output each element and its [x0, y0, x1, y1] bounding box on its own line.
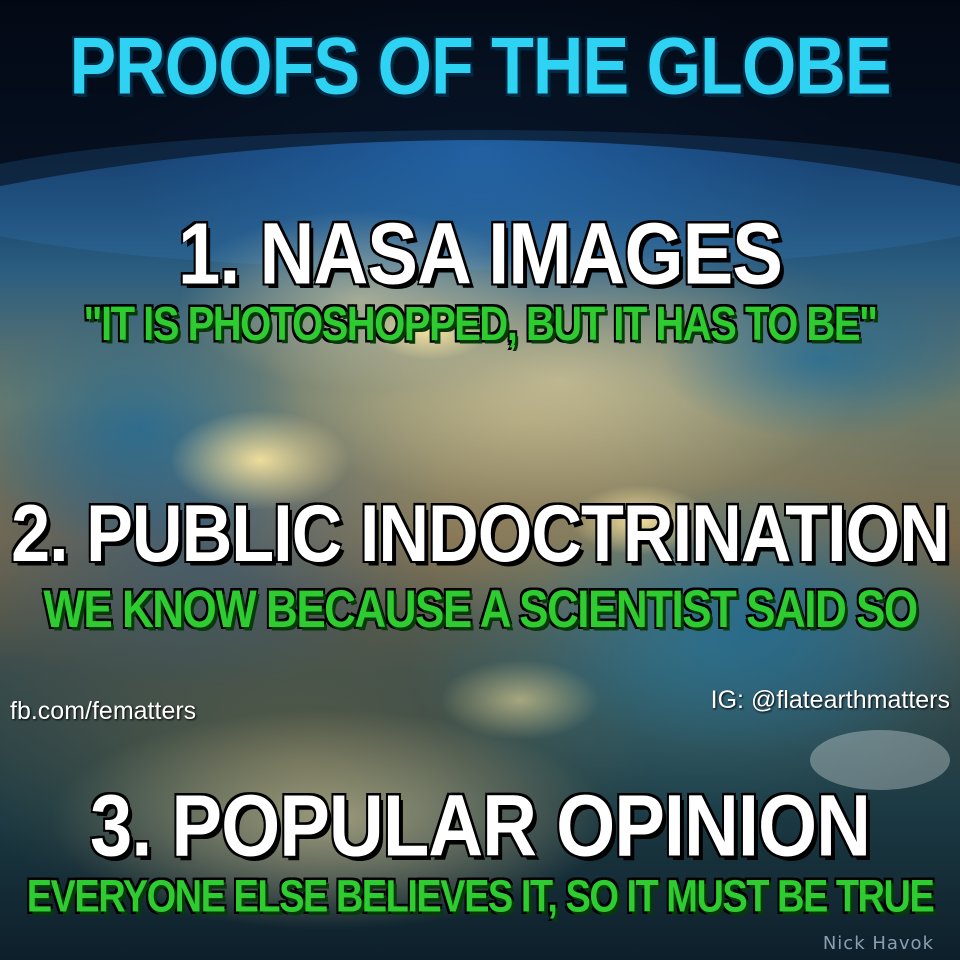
- point-3-title: 3. POPULAR OPINION: [89, 777, 871, 875]
- point-1-subtitle: "IT IS PHOTOSHOPPED, BUT IT HAS TO BE": [83, 298, 878, 351]
- facebook-credit: fb.com/fematters: [10, 697, 197, 725]
- instagram-credit: IG: @flatearthmatters: [710, 686, 950, 714]
- point-2-title: 2. PUBLIC INDOCTRINATION: [11, 487, 950, 578]
- meme-canvas: PROOFS OF THE GLOBE 1. NASA IMAGES "IT I…: [0, 0, 960, 960]
- poster-heading: PROOFS OF THE GLOBE: [69, 21, 891, 111]
- point-3-subtitle: EVERYONE ELSE BELIEVES IT, SO IT MUST BE…: [26, 872, 935, 923]
- artist-signature: Nick Havok: [822, 933, 934, 954]
- point-1-title: 1. NASA IMAGES: [178, 205, 783, 303]
- point-2-subtitle: WE KNOW BECAUSE A SCIENTIST SAID SO: [43, 580, 918, 639]
